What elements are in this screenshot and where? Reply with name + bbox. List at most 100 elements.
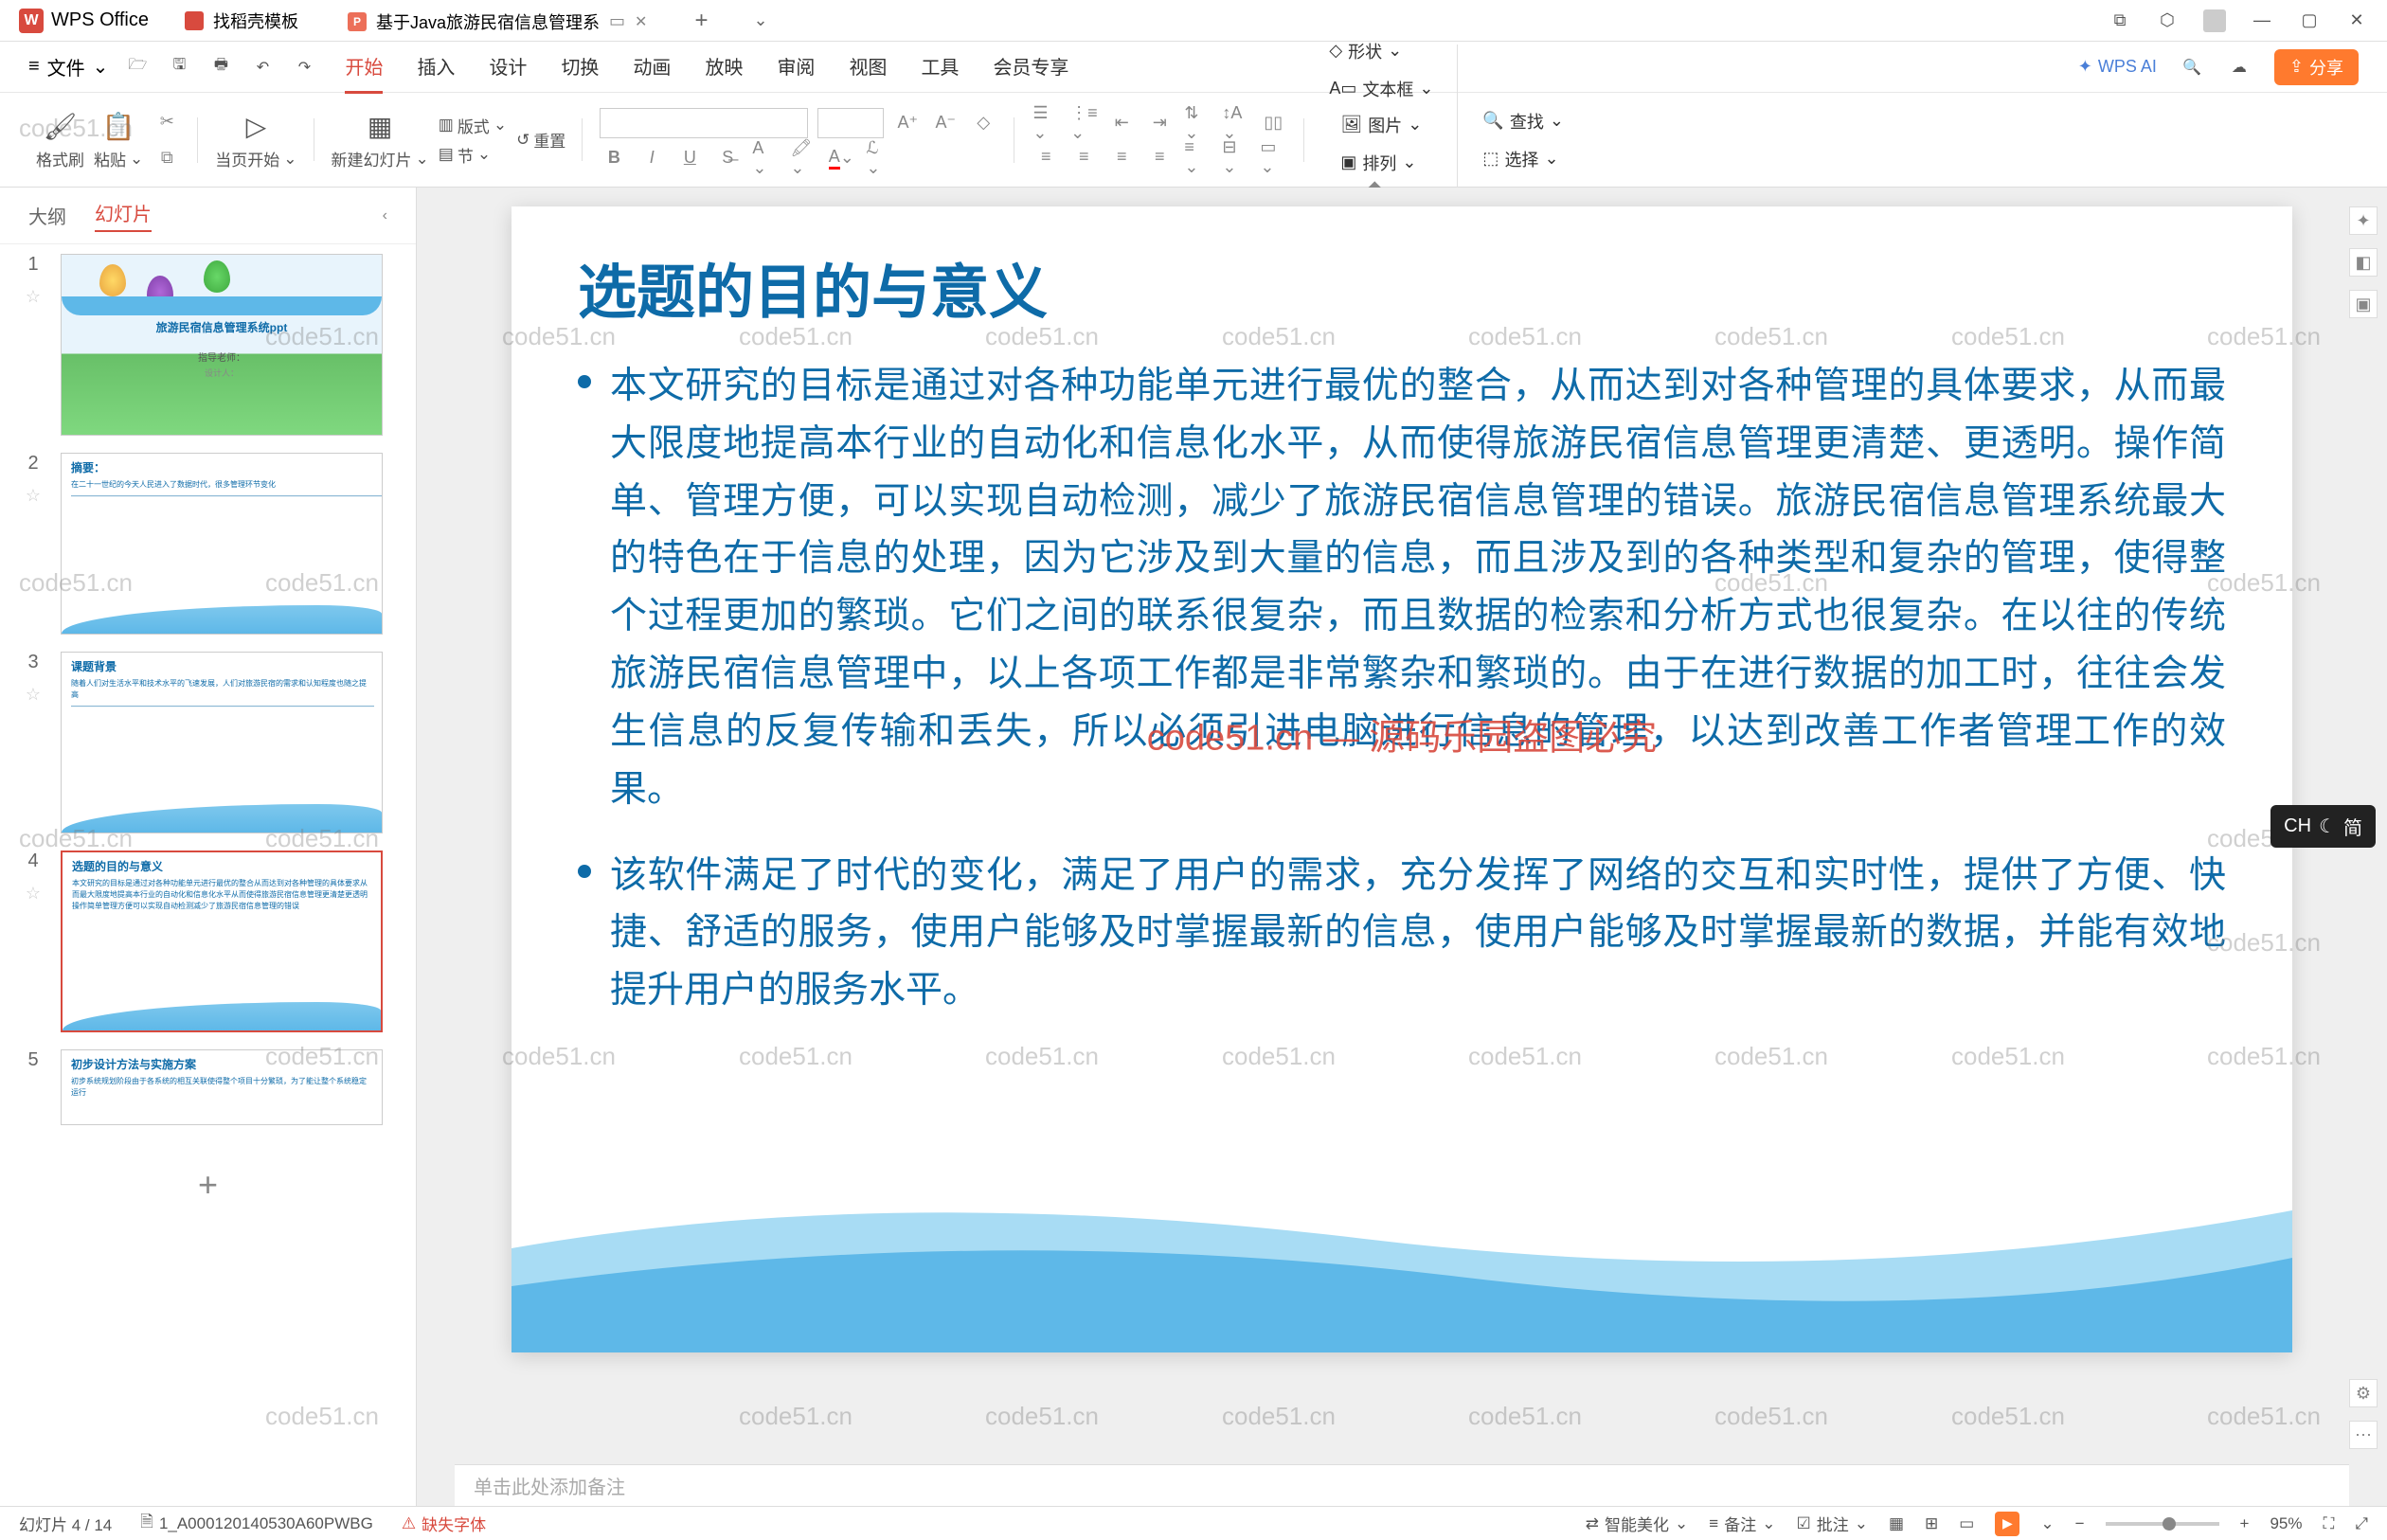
notes-input[interactable]: 单击此处添加备注 — [455, 1464, 2349, 1506]
tab-transition[interactable]: 切换 — [561, 41, 599, 94]
notes-toggle[interactable]: ≡ 备注 ⌄ — [1709, 1512, 1775, 1535]
fit-window-icon[interactable]: ⛶ — [2323, 1514, 2334, 1533]
slide-body[interactable]: 本文研究的目标是通过对各种功能单元进行最优的整合，从而达到对各种管理的具体要求，… — [578, 358, 2226, 1048]
zoom-out-button[interactable]: − — [2075, 1514, 2085, 1533]
normal-view-icon[interactable]: ▦ — [1889, 1514, 1904, 1533]
share-button[interactable]: ⇪ 分享 — [2274, 49, 2359, 85]
smart-beautify-button[interactable]: ⇄ 智能美化 ⌄ — [1586, 1512, 1689, 1535]
slides-tab[interactable]: 幻灯片 — [95, 199, 152, 232]
align-right-icon[interactable]: ≡ — [1107, 143, 1136, 171]
play-from-current-icon[interactable]: ▷ — [239, 109, 273, 143]
underline-icon[interactable]: U — [675, 144, 704, 172]
redo-icon[interactable]: ↷ — [292, 55, 316, 80]
file-code[interactable]: 🗎 1_A000120140530A60PWBG — [140, 1510, 373, 1537]
align-justify-icon[interactable]: ≡ — [1145, 143, 1174, 171]
strikethrough-icon[interactable]: S̶ — [713, 144, 742, 172]
star-icon[interactable]: ☆ — [26, 486, 41, 506]
tab-view[interactable]: 视图 — [849, 41, 887, 94]
wps-ai-button[interactable]: ✦ WPS AI — [2078, 57, 2157, 77]
missing-font-warning[interactable]: ⚠ 缺失字体 — [402, 1512, 486, 1535]
tab-add-button[interactable]: + — [683, 8, 719, 34]
slideshow-dropdown[interactable]: ⌄ — [2040, 1514, 2054, 1533]
transform-side-icon[interactable]: ▣ — [2349, 290, 2378, 318]
reading-view-icon[interactable]: ▭ — [1959, 1514, 1974, 1533]
open-icon[interactable]: 🗁 — [125, 55, 150, 80]
slide-list[interactable]: 1 ☆ 旅游民宿信息管理系统ppt 指导老师： 设计人： 2 ☆ — [0, 244, 416, 1506]
slide-item[interactable]: 5 初步设计方法与实施方案 初步系统规划阶段由于各系统的相互关联使得整个项目十分… — [19, 1049, 397, 1125]
font-combo[interactable] — [600, 108, 808, 138]
collapse-panel-icon[interactable]: ‹ — [383, 207, 387, 224]
clear-format-icon[interactable]: ◇ — [969, 109, 997, 137]
close-icon[interactable]: ✕ — [2345, 9, 2368, 32]
avatar-icon[interactable] — [2203, 9, 2226, 32]
tab-slideshow[interactable]: 放映 — [705, 41, 743, 94]
play-from-current-label[interactable]: 当页开始 ⌄ — [215, 147, 296, 170]
font-color-icon[interactable]: A ⌄ — [827, 144, 855, 172]
paste-label[interactable]: 粘贴 ⌄ — [94, 147, 143, 170]
numbering-icon[interactable]: ⋮≡ ⌄ — [1069, 109, 1098, 137]
increase-font-icon[interactable]: A⁺ — [893, 109, 922, 137]
zoom-value[interactable]: 95% — [2270, 1514, 2302, 1533]
tab-member[interactable]: 会员专享 — [993, 41, 1068, 94]
bold-icon[interactable]: B — [600, 144, 628, 172]
columns-icon[interactable]: ▯▯ — [1259, 109, 1287, 137]
properties-side-icon[interactable]: ◧ — [2349, 248, 2378, 277]
review-toggle[interactable]: ☑ 批注 ⌄ — [1796, 1512, 1868, 1535]
bullet-text-1[interactable]: 本文研究的目标是通过对各种功能单元进行最优的整合，从而达到对各种管理的具体要求，… — [610, 358, 2226, 819]
print-icon[interactable]: 🖶 — [208, 55, 233, 80]
cut-icon[interactable]: ✂ — [153, 108, 181, 136]
tab-animation[interactable]: 动画 — [633, 41, 671, 94]
tab-docker-document[interactable]: P 基于Java旅游民宿信息管理系 ▭ ✕ — [334, 2, 660, 40]
slide-position[interactable]: 幻灯片 4 / 14 — [19, 1512, 112, 1535]
paste-icon[interactable]: 📋 — [101, 109, 135, 143]
file-menu[interactable]: ≡ 文件 ⌄ — [28, 53, 108, 81]
text-effects-icon[interactable]: ℒ ⌄ — [865, 144, 893, 172]
select-button[interactable]: ⬚ 选择 ⌄ — [1475, 143, 1571, 175]
arrange-button[interactable]: ▣ 排列 ⌄ — [1333, 147, 1429, 179]
line-spacing-icon[interactable]: ⇅ ⌄ — [1183, 109, 1211, 137]
zoom-in-button[interactable]: + — [2240, 1514, 2250, 1533]
slide-item[interactable]: 4 ☆ 选题的目的与意义 本文研究的目标是通过对各种功能单元进行最优的整合从而达… — [19, 851, 397, 1032]
font-size-combo[interactable] — [817, 108, 884, 138]
zoom-slider[interactable] — [2106, 1522, 2219, 1526]
add-slide-button[interactable]: + — [185, 1161, 232, 1209]
close-icon[interactable]: ✕ — [635, 12, 647, 31]
slide-thumbnail[interactable]: 初步设计方法与实施方案 初步系统规划阶段由于各系统的相互关联使得整个项目十分繁琐… — [61, 1049, 383, 1125]
star-icon[interactable]: ☆ — [26, 287, 41, 307]
window-copy-icon[interactable]: ⧉ — [2109, 9, 2131, 32]
font-dropdown-icon[interactable]: A ⌄ — [751, 144, 780, 172]
text-direction-icon[interactable]: ↕A ⌄ — [1221, 109, 1249, 137]
tab-tools[interactable]: 工具 — [921, 41, 959, 94]
present-icon[interactable]: ▭ — [609, 11, 625, 31]
tab-review[interactable]: 审阅 — [777, 41, 815, 94]
textbox-button[interactable]: A▭ 文本框 ⌄ — [1321, 73, 1441, 105]
tools-side-icon[interactable]: ⚙ — [2349, 1379, 2378, 1407]
copy-icon[interactable]: ⧉ — [153, 144, 181, 172]
slide-item[interactable]: 2 ☆ 摘要： 在二十一世纪的今天人民进入了数据时代，很多管理环节变化—————… — [19, 453, 397, 635]
slide-thumbnail[interactable]: 旅游民宿信息管理系统ppt 指导老师： 设计人： — [61, 254, 383, 436]
decrease-font-icon[interactable]: A⁻ — [931, 109, 960, 137]
format-brush-icon[interactable]: 🖌 — [44, 109, 78, 143]
align-left-icon[interactable]: ≡ — [1032, 143, 1060, 171]
align-center-icon[interactable]: ≡ — [1069, 143, 1098, 171]
undo-icon[interactable]: ↶ — [250, 55, 275, 80]
minimize-icon[interactable]: — — [2251, 9, 2273, 32]
cube-icon[interactable]: ⬡ — [2156, 9, 2179, 32]
cloud-upload-icon[interactable]: ☁ — [2227, 55, 2252, 80]
star-icon[interactable]: ☆ — [26, 884, 41, 904]
picture-button[interactable]: 🖼 图片 ⌄ — [1333, 109, 1429, 141]
tab-insert[interactable]: 插入 — [417, 41, 455, 94]
find-button[interactable]: 🔍 查找 ⌄ — [1475, 105, 1571, 137]
tab-start[interactable]: 开始 — [345, 41, 383, 94]
slide-title[interactable]: 选题的目的与意义 — [578, 244, 1048, 330]
increase-indent-icon[interactable]: ⇥ — [1145, 109, 1174, 137]
section-button[interactable]: ▤ 节 ⌄ — [439, 143, 507, 167]
bullets-icon[interactable]: ☰ ⌄ — [1032, 109, 1060, 137]
layout-button[interactable]: ▥ 版式 ⌄ — [439, 114, 507, 137]
decrease-indent-icon[interactable]: ⇤ — [1107, 109, 1136, 137]
new-slide-icon[interactable]: ▦ — [363, 109, 397, 143]
sorter-view-icon[interactable]: ⊞ — [1925, 1514, 1938, 1533]
shape-button[interactable]: ◇ 形状 ⌄ — [1321, 35, 1441, 67]
italic-icon[interactable]: I — [637, 144, 666, 172]
slide-thumbnail-active[interactable]: 选题的目的与意义 本文研究的目标是通过对各种功能单元进行最优的整合从而达到对各种… — [61, 851, 383, 1032]
